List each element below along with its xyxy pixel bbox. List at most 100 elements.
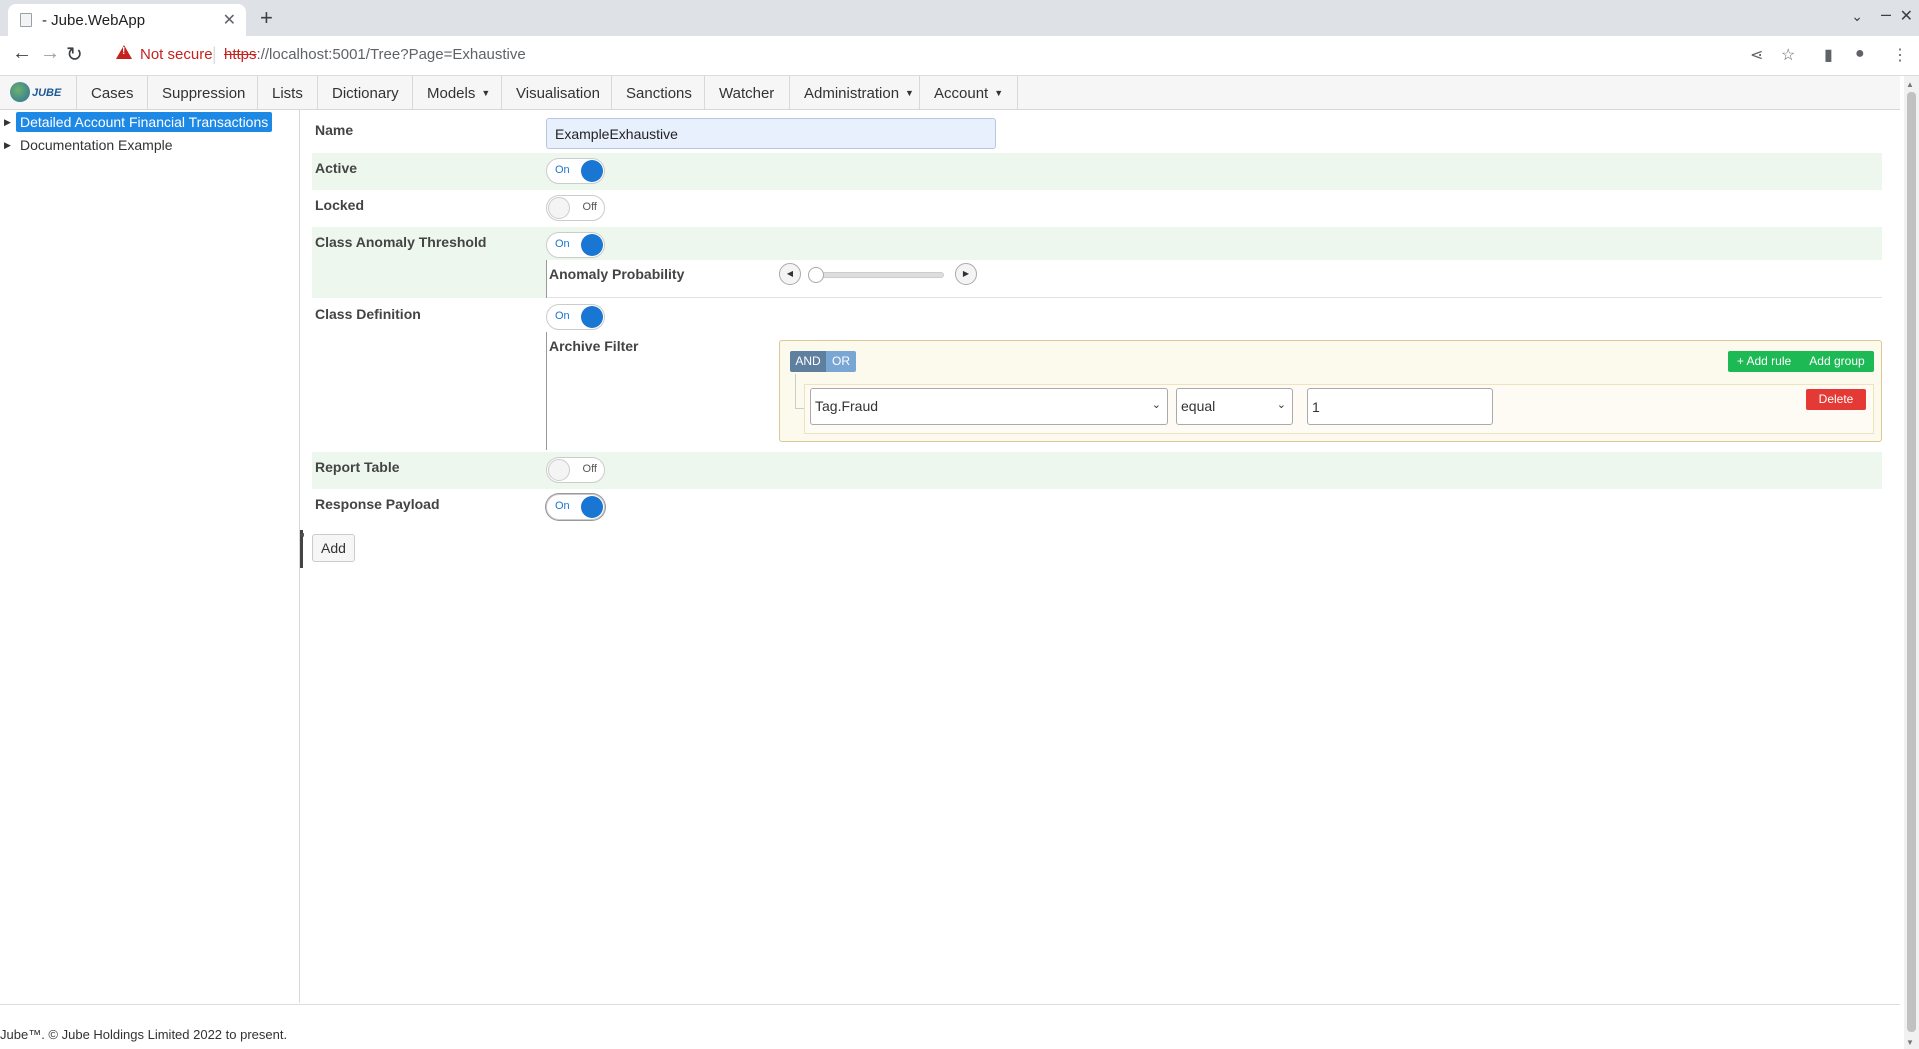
- scroll-up-icon[interactable]: ▲: [1906, 80, 1914, 89]
- footer-divider: [0, 1004, 1900, 1005]
- anomaly-probability-track[interactable]: [810, 272, 944, 278]
- url-text[interactable]: https://localhost:5001/Tree?Page=Exhaust…: [224, 46, 526, 63]
- minimize-window-icon[interactable]: –: [1881, 4, 1891, 25]
- locked-toggle[interactable]: Off: [546, 195, 605, 221]
- class-anomaly-threshold-toggle[interactable]: On: [546, 232, 605, 258]
- toggle-state-text: On: [555, 500, 570, 512]
- browser-toolbar: ← → ↻ Not secure | https://localhost:500…: [0, 36, 1919, 76]
- expand-arrow-icon[interactable]: ▶: [4, 140, 16, 151]
- report-table-toggle[interactable]: Off: [546, 457, 605, 483]
- url-scheme: https: [224, 46, 257, 63]
- nav-account-label: Account: [934, 85, 989, 102]
- anomaly-probability-panel: [546, 260, 1882, 298]
- rule-operator-select[interactable]: equal ⌄: [1176, 388, 1293, 425]
- tree-item[interactable]: ▶ Documentation Example: [4, 135, 177, 157]
- rule-field-select[interactable]: Tag.Fraud ⌄: [810, 388, 1168, 425]
- bookmark-star-icon[interactable]: ☆: [1781, 45, 1795, 65]
- tree-item-label[interactable]: Detailed Account Financial Transactions: [16, 112, 273, 132]
- footer-text: Jube™. © Jube Holdings Limited 2022 to p…: [0, 1027, 288, 1042]
- add-rule-button[interactable]: + Add rule: [1728, 351, 1800, 372]
- nav-suppression[interactable]: Suppression: [147, 76, 259, 110]
- not-secure-label[interactable]: Not secure: [140, 46, 213, 63]
- app-navbar: JUBE Cases Suppression Lists Dictionary …: [0, 76, 1900, 110]
- nav-sanctions[interactable]: Sanctions: [611, 76, 706, 110]
- profile-avatar-icon[interactable]: ●: [1855, 45, 1865, 63]
- nav-lists[interactable]: Lists: [257, 76, 317, 110]
- add-button[interactable]: Add: [312, 534, 355, 562]
- new-tab-icon[interactable]: +: [260, 5, 273, 31]
- tab-title: - Jube.WebApp: [42, 12, 146, 29]
- scrollbar-thumb[interactable]: [1907, 92, 1916, 1032]
- toggle-knob: [581, 160, 603, 182]
- class-definition-toggle[interactable]: On: [546, 304, 605, 330]
- chevron-down-icon: ▼: [994, 88, 1004, 98]
- chevron-down-icon: ▼: [905, 88, 914, 98]
- jube-logo[interactable]: JUBE: [10, 82, 62, 104]
- chevron-down-icon: ▼: [481, 88, 491, 98]
- tab-search-chevron-icon[interactable]: ⌄: [1851, 8, 1863, 25]
- collapse-arrow-icon[interactable]: ◂: [300, 530, 304, 539]
- tree-item-label[interactable]: Documentation Example: [16, 135, 177, 155]
- class-definition-label: Class Definition: [315, 306, 421, 322]
- share-icon[interactable]: ⋖: [1750, 45, 1763, 65]
- browser-menu-icon[interactable]: ⋮: [1892, 45, 1908, 65]
- nav-watcher-label: Watcher: [719, 85, 775, 102]
- anomaly-probability-slider-handle[interactable]: [808, 267, 824, 283]
- nav-models[interactable]: Models ▼: [412, 76, 504, 110]
- add-group-button[interactable]: Add group: [1800, 351, 1874, 372]
- rule-field-value: Tag.Fraud: [815, 398, 879, 414]
- side-panel-icon[interactable]: ▮: [1824, 45, 1833, 65]
- nav-cases-label: Cases: [91, 85, 134, 102]
- chevron-down-icon: ⌄: [1276, 399, 1286, 411]
- nav-account[interactable]: Account ▼: [919, 76, 1019, 110]
- nav-watcher[interactable]: Watcher: [704, 76, 788, 110]
- rule-value-input[interactable]: [1307, 388, 1493, 425]
- toggle-state-text: On: [555, 310, 570, 322]
- nav-administration[interactable]: Administration ▼: [789, 76, 928, 110]
- logo-globe-icon: [10, 82, 30, 102]
- anomaly-probability-label: Anomaly Probability: [549, 266, 685, 282]
- nav-administration-label: Administration: [804, 85, 900, 102]
- warning-icon: [116, 45, 132, 59]
- toggle-state-text: Off: [582, 201, 597, 213]
- name-input[interactable]: [546, 118, 996, 149]
- logo-text: JUBE: [32, 87, 62, 99]
- expand-arrow-icon[interactable]: ▶: [4, 117, 16, 128]
- nav-models-label: Models: [427, 85, 476, 102]
- chevron-down-icon: ⌄: [1151, 399, 1161, 411]
- close-window-icon[interactable]: ✕: [1900, 6, 1913, 26]
- slider-decrease-icon[interactable]: ◀: [779, 263, 801, 285]
- nav-visualisation-label: Visualisation: [516, 85, 600, 102]
- active-label: Active: [315, 160, 358, 176]
- reload-icon[interactable]: ↻: [66, 42, 83, 67]
- toggle-state-text: On: [555, 238, 570, 250]
- forward-icon[interactable]: →: [40, 42, 60, 65]
- scroll-down-icon[interactable]: ▼: [1906, 1038, 1914, 1047]
- address-bar[interactable]: Not secure | https://localhost:5001/Tree…: [106, 38, 1786, 72]
- back-icon[interactable]: ←: [12, 42, 32, 65]
- delete-rule-button[interactable]: Delete: [1806, 389, 1866, 410]
- nav-suppression-label: Suppression: [162, 85, 246, 102]
- nav-lists-label: Lists: [272, 85, 303, 102]
- nav-dictionary[interactable]: Dictionary: [317, 76, 413, 110]
- class-anomaly-threshold-label: Class Anomaly Threshold: [315, 234, 487, 250]
- nav-visualisation[interactable]: Visualisation: [501, 76, 614, 110]
- close-tab-icon[interactable]: ✕: [223, 10, 236, 30]
- or-condition-button[interactable]: OR: [826, 351, 856, 372]
- archive-filter-label: Archive Filter: [549, 338, 639, 354]
- toggle-knob: [581, 306, 603, 328]
- page-favicon-icon: [20, 13, 32, 27]
- toggle-knob: [581, 234, 603, 256]
- and-condition-button[interactable]: AND: [790, 351, 826, 372]
- browser-tab[interactable]: - Jube.WebApp ✕: [8, 4, 246, 36]
- tree-item[interactable]: ▶ Detailed Account Financial Transactions: [4, 112, 273, 134]
- locked-label: Locked: [315, 197, 365, 213]
- url-path: ://localhost:5001/Tree?Page=Exhaustive: [256, 46, 526, 63]
- browser-tabstrip: - Jube.WebApp ✕ + ⌄ – ✕: [0, 0, 1919, 36]
- response-payload-toggle[interactable]: On: [546, 494, 605, 520]
- toggle-knob: [581, 496, 603, 518]
- nav-cases[interactable]: Cases: [76, 76, 148, 110]
- toggle-knob: [548, 197, 570, 219]
- active-toggle[interactable]: On: [546, 158, 605, 184]
- slider-increase-icon[interactable]: ▶: [955, 263, 977, 285]
